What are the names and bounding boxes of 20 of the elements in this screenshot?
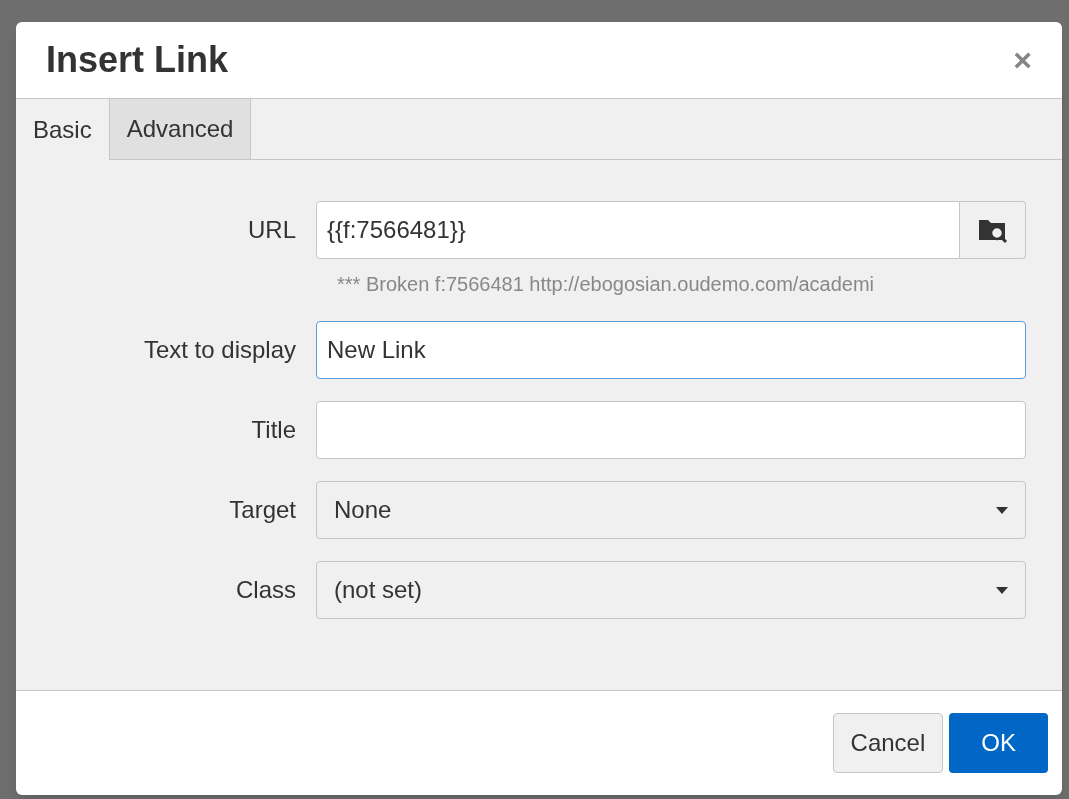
field-label: Class: [235, 575, 297, 605]
ok-button[interactable]: OK: [949, 713, 1048, 773]
input-field[interactable]: New Link: [316, 321, 1026, 379]
field-label: URL: [247, 215, 297, 245]
field-label: Target: [228, 495, 297, 525]
input-field[interactable]: [316, 401, 1026, 459]
dropdown[interactable]: (not set): [316, 561, 1026, 619]
close-button[interactable]: ×: [1013, 44, 1032, 76]
input-field[interactable]: {{f:7566481}}: [316, 201, 960, 259]
browse-button[interactable]: [960, 201, 1026, 259]
cancel-button[interactable]: Cancel: [832, 713, 944, 773]
dialog-title: Insert Link: [46, 38, 229, 82]
caret-icon: [996, 506, 1008, 514]
field-label: Title: [250, 415, 297, 445]
hint-text: *** Broken f:7566481 http://ebogosian.oudemo.com/academi: [337, 272, 876, 297]
tab[interactable]: Basic: [16, 99, 110, 160]
tab[interactable]: Advanced: [109, 99, 252, 159]
field-label: Text to display: [142, 335, 297, 365]
dropdown[interactable]: None: [316, 481, 1026, 539]
caret-icon: [996, 586, 1008, 594]
